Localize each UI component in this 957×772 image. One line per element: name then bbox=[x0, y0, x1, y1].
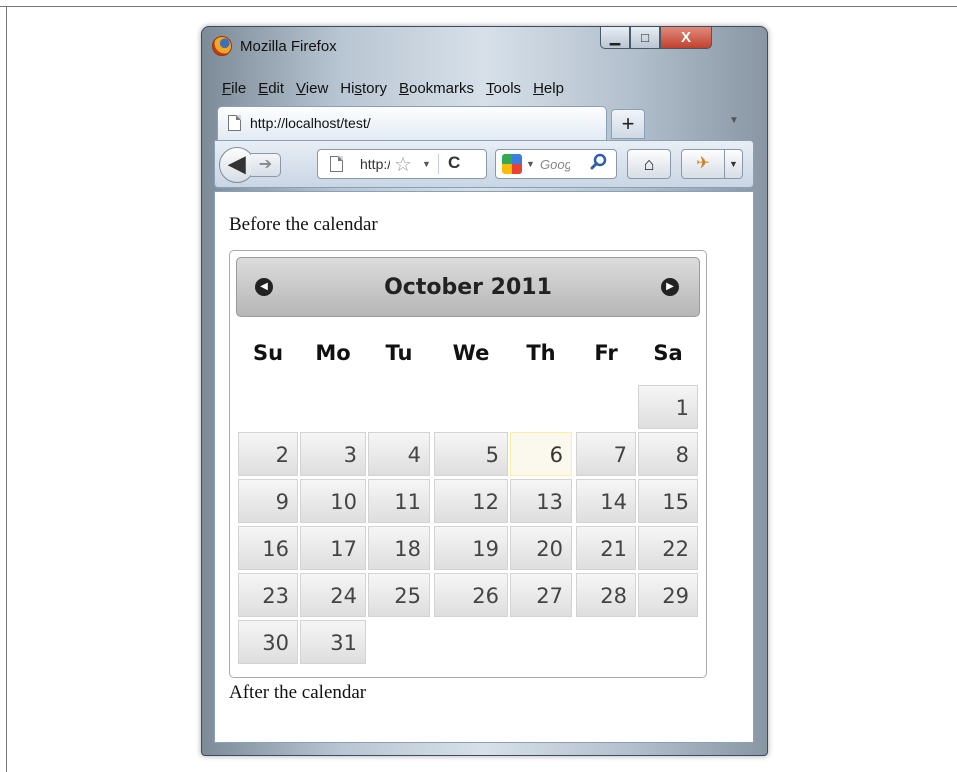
menu-item-edit[interactable]: Edit bbox=[252, 77, 290, 101]
tab-label: http://localhost/test/ bbox=[250, 115, 371, 131]
datepicker: ◀ October 2011 ▶ Su Mo Tu We Th Fr Sa 12345678… bbox=[229, 250, 707, 678]
weekday-header-row: Su Mo Tu We Th Fr Sa bbox=[230, 341, 708, 371]
day-cell[interactable]: 30 bbox=[238, 620, 298, 664]
menu-bar: File Edit View History Bookmarks Tools Help bbox=[216, 77, 570, 101]
google-engine-icon[interactable] bbox=[502, 154, 522, 174]
day-cell[interactable]: 8 bbox=[638, 432, 698, 476]
day-cell[interactable]: 12 bbox=[434, 479, 508, 523]
addon-icon: ✈ bbox=[696, 155, 710, 172]
browser-window: Mozilla Firefox ▁ □ X File Edit View Histor… bbox=[201, 26, 768, 756]
close-icon: X bbox=[680, 29, 691, 46]
minimize-icon: ▁ bbox=[610, 29, 620, 45]
day-cell[interactable]: 10 bbox=[300, 479, 366, 523]
maximize-icon: □ bbox=[641, 30, 649, 45]
day-cell[interactable]: 28 bbox=[576, 573, 636, 617]
menu-item-history[interactable]: History bbox=[334, 77, 393, 101]
day-cell[interactable]: 17 bbox=[300, 526, 366, 570]
tab-localhost[interactable]: http://localhost/test/ bbox=[217, 106, 607, 140]
day-cell[interactable]: 7 bbox=[576, 432, 636, 476]
menu-item-help[interactable]: Help bbox=[527, 77, 570, 101]
url-bar[interactable]: http://localhost/test/ ☆ ▼ C bbox=[317, 149, 487, 179]
page-content: Before the calendar ◀ October 2011 ▶ Su M… bbox=[214, 191, 754, 743]
day-cell[interactable]: 5 bbox=[434, 432, 508, 476]
menu-item-view[interactable]: View bbox=[290, 77, 334, 101]
after-calendar-text: After the calendar bbox=[229, 682, 367, 703]
weekday-th: Th bbox=[526, 341, 556, 365]
page-border-top bbox=[0, 6, 957, 7]
addon-button[interactable]: ✈ bbox=[681, 149, 725, 179]
url-history-chevron-down-icon[interactable]: ▼ bbox=[422, 159, 431, 169]
navigation-toolbar: ◀ ➔ http://localhost/test/ ☆ ▼ C ▼ Googl… bbox=[214, 140, 754, 188]
day-cell[interactable]: 31 bbox=[300, 620, 366, 664]
page-border-left bbox=[6, 6, 7, 772]
day-cell[interactable]: 18 bbox=[368, 526, 430, 570]
day-cell[interactable]: 13 bbox=[510, 479, 572, 523]
search-icon[interactable] bbox=[590, 153, 608, 171]
search-placeholder[interactable]: Google bbox=[540, 157, 570, 172]
day-cell[interactable]: 22 bbox=[638, 526, 698, 570]
title-bar: Mozilla Firefox ▁ □ X bbox=[202, 27, 767, 69]
day-cell[interactable]: 3 bbox=[300, 432, 366, 476]
menu-item-file[interactable]: File bbox=[216, 77, 252, 101]
back-button[interactable]: ◀ bbox=[219, 147, 255, 183]
forward-arrow-icon: ➔ bbox=[258, 156, 273, 173]
search-bar[interactable]: ▼ Google bbox=[495, 149, 617, 179]
menu-item-bookmarks[interactable]: Bookmarks bbox=[393, 77, 480, 101]
maximize-button[interactable]: □ bbox=[630, 27, 660, 49]
day-cell[interactable]: 26 bbox=[434, 573, 508, 617]
url-text[interactable]: http://localhost/test/ bbox=[360, 156, 390, 172]
day-cell[interactable]: 24 bbox=[300, 573, 366, 617]
home-button[interactable]: ⌂ bbox=[627, 149, 671, 179]
addon-chevron-down-icon[interactable]: ▼ bbox=[725, 149, 743, 179]
day-cell[interactable]: 15 bbox=[638, 479, 698, 523]
day-cell[interactable]: 20 bbox=[510, 526, 572, 570]
url-divider bbox=[438, 154, 439, 174]
datepicker-header: ◀ October 2011 ▶ bbox=[236, 257, 700, 317]
day-cell[interactable]: 16 bbox=[238, 526, 298, 570]
day-cell[interactable]: 19 bbox=[434, 526, 508, 570]
window-title: Mozilla Firefox bbox=[240, 38, 337, 55]
weekday-tu: Tu bbox=[385, 341, 413, 365]
day-cell[interactable]: 25 bbox=[368, 573, 430, 617]
weekday-we: We bbox=[452, 341, 490, 365]
back-arrow-icon: ◀ bbox=[228, 151, 246, 176]
next-month-icon[interactable]: ▶ bbox=[661, 278, 679, 296]
day-cell[interactable]: 23 bbox=[238, 573, 298, 617]
search-engine-chevron-down-icon[interactable]: ▼ bbox=[526, 159, 535, 169]
forward-button[interactable]: ➔ bbox=[251, 153, 281, 177]
day-cell[interactable]: 1 bbox=[638, 385, 698, 429]
month-title: October 2011 bbox=[384, 275, 552, 300]
bookmark-star-icon[interactable]: ☆ bbox=[394, 152, 412, 177]
weekday-mo: Mo bbox=[315, 341, 351, 365]
weekday-sa: Sa bbox=[653, 341, 683, 365]
new-tab-button[interactable]: + bbox=[611, 109, 645, 139]
day-cell[interactable]: 29 bbox=[638, 573, 698, 617]
minimize-button[interactable]: ▁ bbox=[600, 27, 630, 49]
firefox-logo-icon bbox=[212, 36, 232, 56]
day-cell[interactable]: 2 bbox=[238, 432, 298, 476]
tab-list-chevron-down-icon[interactable]: ▼ bbox=[729, 115, 739, 126]
before-calendar-text: Before the calendar bbox=[229, 214, 378, 235]
menu-item-tools[interactable]: Tools bbox=[480, 77, 527, 101]
day-cell[interactable]: 6 bbox=[510, 432, 572, 476]
day-cell[interactable]: 27 bbox=[510, 573, 572, 617]
page-icon bbox=[228, 115, 241, 131]
day-cell[interactable]: 9 bbox=[238, 479, 298, 523]
reload-icon[interactable]: C bbox=[448, 153, 460, 173]
close-button[interactable]: X bbox=[660, 27, 712, 49]
site-page-icon bbox=[330, 156, 343, 172]
weekday-su: Su bbox=[252, 341, 284, 365]
day-cell[interactable]: 21 bbox=[576, 526, 636, 570]
weekday-fr: Fr bbox=[594, 341, 618, 365]
day-cell[interactable]: 14 bbox=[576, 479, 636, 523]
home-icon: ⌂ bbox=[643, 154, 655, 174]
day-cell[interactable]: 11 bbox=[368, 479, 430, 523]
day-cell[interactable]: 4 bbox=[368, 432, 430, 476]
